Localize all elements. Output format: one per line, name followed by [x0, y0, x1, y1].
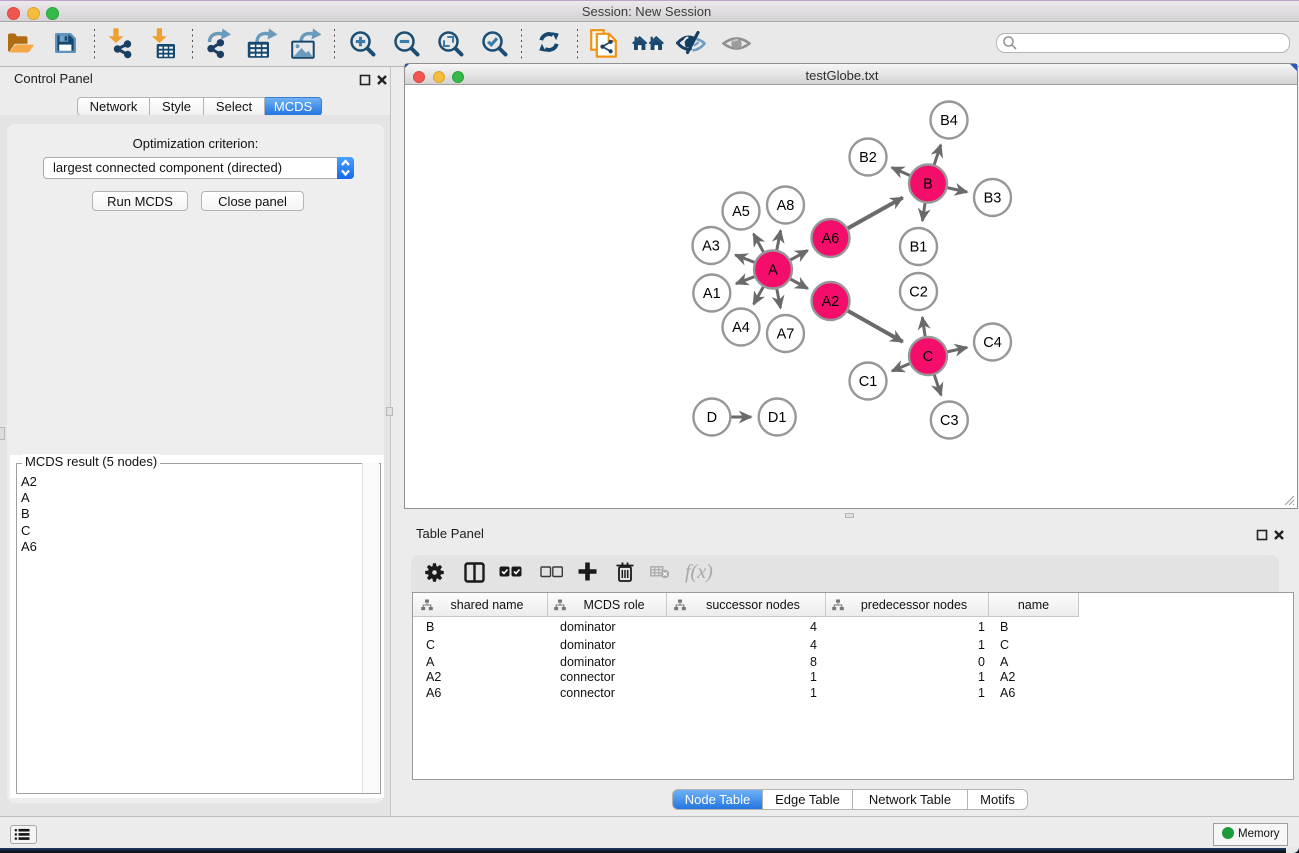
svg-text:A3: A3: [702, 239, 720, 255]
svg-text:D1: D1: [768, 410, 787, 426]
svg-text:A2: A2: [822, 294, 840, 310]
svg-text:C4: C4: [983, 335, 1002, 351]
svg-text:C3: C3: [940, 413, 959, 429]
svg-text:B2: B2: [859, 150, 877, 166]
svg-text:A4: A4: [732, 320, 750, 336]
svg-text:B3: B3: [984, 191, 1002, 207]
svg-text:A: A: [768, 263, 778, 279]
svg-text:C1: C1: [859, 374, 878, 390]
svg-text:A8: A8: [777, 198, 795, 214]
svg-text:B4: B4: [940, 113, 958, 129]
svg-text:A7: A7: [777, 327, 795, 343]
svg-text:A5: A5: [732, 204, 750, 220]
svg-text:B: B: [923, 177, 933, 193]
svg-text:C2: C2: [909, 285, 928, 301]
svg-text:D: D: [707, 410, 717, 426]
svg-text:B1: B1: [910, 240, 928, 256]
svg-text:C: C: [923, 349, 933, 365]
svg-text:A1: A1: [703, 286, 721, 302]
svg-text:A6: A6: [822, 231, 840, 247]
